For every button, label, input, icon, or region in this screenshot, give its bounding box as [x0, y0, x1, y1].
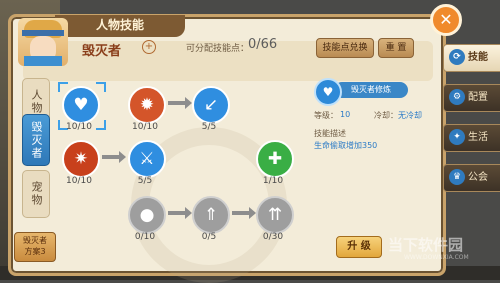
cooldown-label: 冷却：: [374, 111, 398, 120]
heart-plus-icon: ✚: [267, 149, 283, 169]
tab-destroyer[interactable]: 毁灭者: [22, 114, 50, 166]
tab-pet[interactable]: 宠物: [22, 170, 50, 218]
arrow-connector: [232, 207, 256, 219]
watermark: 当下软件园: [388, 236, 464, 254]
watermark-sub: WWW.DOWNXIA.COM: [404, 254, 469, 261]
skill-detail: 毁灭者修炼 ♥ 等级： 10 冷却： 无冷却 技能描述 生命偷取增加350: [312, 74, 430, 258]
hero-name: 毁灭者: [82, 44, 122, 59]
panel-title: 人物技能: [55, 15, 185, 37]
arrows-up-icon: ⇈: [267, 205, 283, 225]
arrow-connector: [168, 207, 192, 219]
drop-icon: ●: [139, 205, 155, 225]
scheme-button[interactable]: 毁灭者 方案3: [14, 232, 56, 262]
skill-count: 10/10: [66, 122, 92, 132]
skill-node-1[interactable]: ♥: [62, 86, 100, 124]
avatar: [18, 18, 68, 66]
cooldown-value: 无冷却: [398, 111, 422, 120]
skill-node-6[interactable]: ✚: [256, 140, 294, 178]
close-icon[interactable]: ✕: [430, 4, 462, 36]
sword-icon: ⚔: [139, 149, 155, 169]
plus-circle-icon[interactable]: +: [142, 40, 156, 54]
skill-node-8[interactable]: ⇑: [192, 196, 230, 234]
skill-count: 5/5: [137, 176, 153, 186]
skill-node-7[interactable]: ●: [128, 196, 166, 234]
skill-count: 1/10: [262, 176, 284, 186]
skill-icon: ⟳: [449, 49, 465, 65]
fire-slash-icon: ✷: [73, 149, 89, 169]
desc-title: 技能描述: [314, 129, 346, 138]
nav-skill[interactable]: ⟳ 技能: [443, 44, 500, 72]
skill-node-5[interactable]: ⚔: [128, 140, 166, 178]
skill-count: 10/10: [132, 122, 158, 132]
nav-life[interactable]: ✦ 生活: [443, 124, 500, 152]
skill-count: 10/10: [66, 176, 92, 186]
guild-icon: ♛: [449, 169, 465, 185]
nav-config[interactable]: ⚙ 配置: [443, 84, 500, 112]
arrow-connector: [102, 151, 126, 163]
skill-count: 5/5: [201, 122, 217, 132]
explosion-icon: ✹: [139, 95, 155, 115]
skill-node-2[interactable]: ✹: [128, 86, 166, 124]
skill-node-4[interactable]: ✷: [62, 140, 100, 178]
level-value: 10: [340, 110, 351, 119]
heart-shield-icon: ♥: [314, 78, 342, 106]
nav-guild[interactable]: ♛ 公会: [443, 164, 500, 192]
gear-icon: ⚙: [449, 89, 465, 105]
exchange-button[interactable]: 技能点兑换: [316, 38, 374, 58]
arrow-down-left-icon: ↙: [203, 95, 219, 115]
skill-node-3[interactable]: ↙: [192, 86, 230, 124]
detail-name: 毁灭者修炼: [334, 82, 408, 98]
points-value: 0/66: [248, 37, 278, 52]
points-label: 可分配技能点：: [186, 44, 250, 54]
skill-node-9[interactable]: ⇈: [256, 196, 294, 234]
desc-text: 生命偷取增加350: [314, 141, 378, 150]
life-icon: ✦: [449, 129, 465, 145]
reset-button[interactable]: 重 置: [378, 38, 414, 58]
skill-count: 0/10: [134, 232, 156, 242]
skill-tree: ♥ 10/10 ✹ 10/10 ↙ 5/5 ✷ 10/10 ⚔ 5/5 ✚ 1/…: [58, 74, 306, 254]
skill-count: 0/30: [262, 232, 284, 242]
arrow-connector: [168, 97, 192, 109]
upgrade-button[interactable]: 升 级: [336, 236, 382, 258]
skill-count: 0/5: [201, 232, 217, 242]
level-label: 等级：: [314, 111, 338, 120]
heart-shield-icon: ♥: [73, 95, 89, 115]
blades-icon: ⇑: [203, 205, 219, 225]
